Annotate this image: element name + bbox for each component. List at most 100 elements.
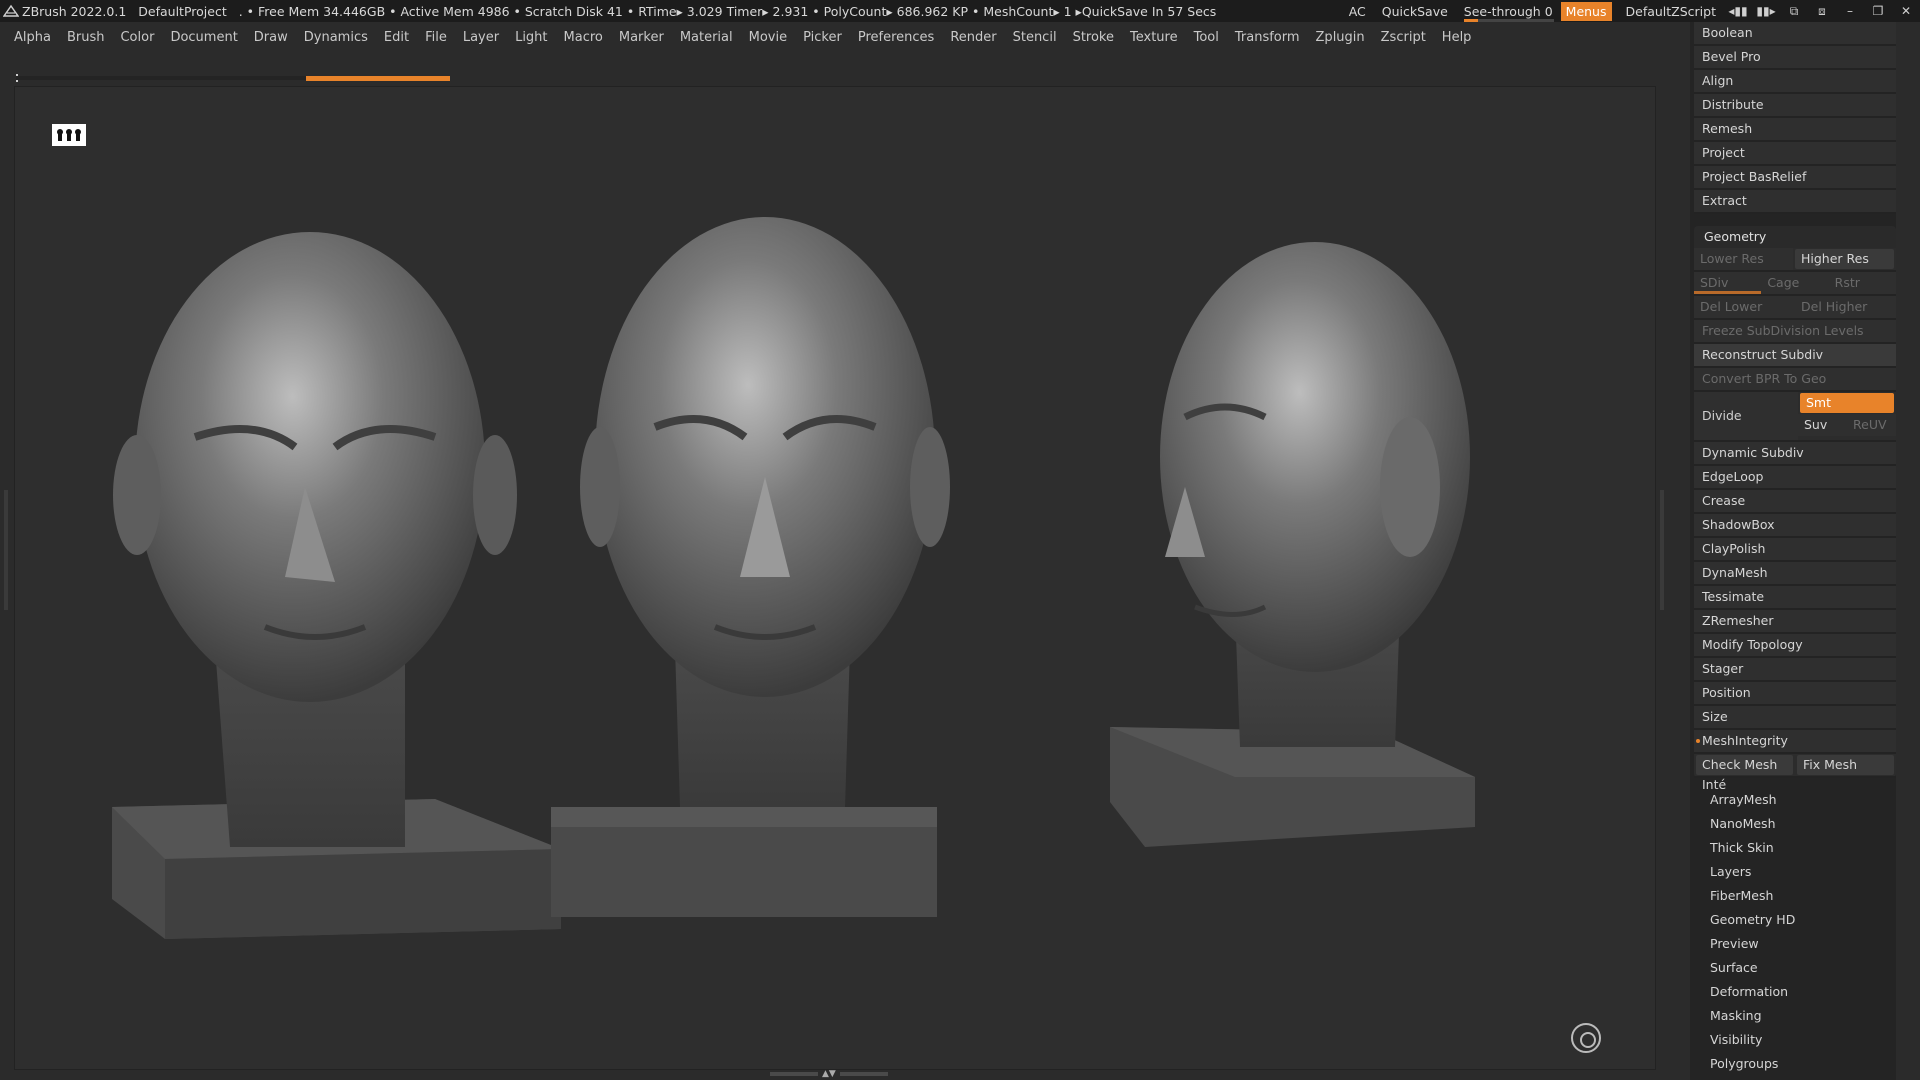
status-readout: . • Free Mem 34.446GB • Active Mem 4986 … xyxy=(238,3,1217,19)
del-lower-button[interactable]: Del Lower xyxy=(1694,296,1795,318)
rstr-button[interactable]: Rstr xyxy=(1828,272,1896,294)
freeze-subdivision-button[interactable]: Freeze SubDivision Levels xyxy=(1694,320,1896,344)
menu-color[interactable]: Color xyxy=(120,30,154,45)
menu-zscript[interactable]: Zscript xyxy=(1381,30,1426,45)
edgeloop-button[interactable]: EdgeLoop xyxy=(1694,466,1896,490)
suv-toggle[interactable]: Suv xyxy=(1798,414,1847,436)
claypolish-button[interactable]: ClayPolish xyxy=(1694,538,1896,562)
menu-tool[interactable]: Tool xyxy=(1194,30,1219,45)
higher-res-button[interactable]: Higher Res xyxy=(1795,249,1894,269)
distribute-button[interactable]: Distribute xyxy=(1694,94,1896,118)
menu-brush[interactable]: Brush xyxy=(67,30,105,45)
geometry-subpalettes: ArrayMesh NanoMesh Thick Skin Layers Fib… xyxy=(1694,788,1896,1076)
check-mesh-integrity-button[interactable]: Check Mesh Inté xyxy=(1696,755,1793,792)
crease-button[interactable]: Crease xyxy=(1694,490,1896,514)
right-tray-handle[interactable] xyxy=(1660,490,1664,610)
head-model-left[interactable] xyxy=(112,232,561,939)
menu-transform[interactable]: Transform xyxy=(1235,30,1300,45)
menu-movie[interactable]: Movie xyxy=(749,30,787,45)
position-button[interactable]: Position xyxy=(1694,682,1896,706)
dynamesh-button[interactable]: DynaMesh xyxy=(1694,562,1896,586)
menu-light[interactable]: Light xyxy=(515,30,547,45)
visibility-menu[interactable]: Visibility xyxy=(1694,1028,1896,1052)
stager-button[interactable]: Stager xyxy=(1694,658,1896,682)
divide-button[interactable]: Divide xyxy=(1694,392,1798,440)
masking-menu[interactable]: Masking xyxy=(1694,1004,1896,1028)
mesh-integrity-button[interactable]: MeshIntegrity xyxy=(1694,730,1896,754)
menu-picker[interactable]: Picker xyxy=(803,30,842,45)
default-zscript-button[interactable]: DefaultZScript xyxy=(1626,4,1717,19)
project-name[interactable]: DefaultProject xyxy=(138,4,226,19)
extract-button[interactable]: Extract xyxy=(1694,190,1896,214)
del-higher-button[interactable]: Del Higher xyxy=(1795,296,1896,318)
remesh-button[interactable]: Remesh xyxy=(1694,118,1896,142)
zremesher-button[interactable]: ZRemesher xyxy=(1694,610,1896,634)
menu-material[interactable]: Material xyxy=(680,30,733,45)
navigation-target-icon[interactable] xyxy=(1571,1023,1601,1053)
minimize-icon[interactable]: – xyxy=(1839,0,1861,22)
quicksave-button[interactable]: QuickSave xyxy=(1382,4,1448,19)
head-model-center[interactable] xyxy=(551,217,950,917)
menu-marker[interactable]: Marker xyxy=(619,30,664,45)
preview-menu[interactable]: Preview xyxy=(1694,932,1896,956)
layout-swap-icon[interactable]: ⧉ xyxy=(1783,0,1805,22)
deformation-menu[interactable]: Deformation xyxy=(1694,980,1896,1004)
head-model-right[interactable] xyxy=(1110,242,1475,847)
geometry-hd-menu[interactable]: Geometry HD xyxy=(1694,908,1896,932)
tessimate-button[interactable]: Tessimate xyxy=(1694,586,1896,610)
menu-alpha[interactable]: Alpha xyxy=(14,30,51,45)
menu-texture[interactable]: Texture xyxy=(1130,30,1178,45)
shadowbox-button[interactable]: ShadowBox xyxy=(1694,514,1896,538)
menu-zplugin[interactable]: Zplugin xyxy=(1316,30,1365,45)
dynamic-subdiv-button[interactable]: Dynamic Subdiv xyxy=(1694,442,1896,466)
cage-button[interactable]: Cage xyxy=(1761,272,1829,294)
geometry-header[interactable]: Geometry xyxy=(1694,226,1896,248)
bottom-tray-handle[interactable]: ▲▼ xyxy=(770,1069,900,1079)
project-button[interactable]: Project xyxy=(1694,142,1896,166)
menu-macro[interactable]: Macro xyxy=(564,30,603,45)
menu-help[interactable]: Help xyxy=(1442,30,1472,45)
convert-bpr-button[interactable]: Convert BPR To Geo xyxy=(1694,368,1896,392)
align-button[interactable]: Align xyxy=(1694,70,1896,94)
menu-render[interactable]: Render xyxy=(950,30,996,45)
arraymesh-menu[interactable]: ArrayMesh xyxy=(1694,788,1896,812)
surface-menu[interactable]: Surface xyxy=(1694,956,1896,980)
restore-icon[interactable]: ❐ xyxy=(1867,0,1889,22)
menu-edit[interactable]: Edit xyxy=(384,30,409,45)
smt-toggle[interactable]: Smt xyxy=(1800,393,1894,413)
menu-stencil[interactable]: Stencil xyxy=(1013,30,1057,45)
close-icon[interactable]: ✕ xyxy=(1895,0,1917,22)
modify-topology-button[interactable]: Modify Topology xyxy=(1694,634,1896,658)
palette-right-icon[interactable]: ▮▮▸ xyxy=(1755,0,1777,22)
layout-alt-icon[interactable]: ⧈ xyxy=(1811,0,1833,22)
menu-stroke[interactable]: Stroke xyxy=(1073,30,1114,45)
polygroups-menu[interactable]: Polygroups xyxy=(1694,1052,1896,1076)
menu-dynamics[interactable]: Dynamics xyxy=(304,30,368,45)
nanomesh-menu[interactable]: NanoMesh xyxy=(1694,812,1896,836)
floor-grid-icon[interactable] xyxy=(52,124,86,146)
reconstruct-subdiv-button[interactable]: Reconstruct Subdiv xyxy=(1694,344,1896,368)
boolean-button[interactable]: Boolean xyxy=(1694,22,1896,46)
size-button[interactable]: Size xyxy=(1694,706,1896,730)
fix-mesh-button[interactable]: Fix Mesh xyxy=(1797,755,1894,775)
canvas-viewport[interactable] xyxy=(14,86,1656,1070)
sdiv-slider[interactable]: SDiv xyxy=(1694,272,1762,294)
reuv-toggle[interactable]: ReUV xyxy=(1847,414,1896,436)
zbrush-logo-icon[interactable] xyxy=(0,0,22,22)
see-through-slider[interactable]: See-through 0 xyxy=(1463,4,1554,22)
bevel-pro-button[interactable]: Bevel Pro xyxy=(1694,46,1896,70)
menu-document[interactable]: Document xyxy=(170,30,237,45)
ac-toggle[interactable]: AC xyxy=(1349,4,1366,19)
fibermesh-menu[interactable]: FiberMesh xyxy=(1694,884,1896,908)
menu-preferences[interactable]: Preferences xyxy=(858,30,934,45)
project-basrelief-button[interactable]: Project BasRelief xyxy=(1694,166,1896,190)
lower-res-button[interactable]: Lower Res xyxy=(1694,248,1793,270)
left-tray-handle[interactable] xyxy=(4,490,8,610)
layers-menu[interactable]: Layers xyxy=(1694,860,1896,884)
menu-file[interactable]: File xyxy=(425,30,447,45)
thick-skin-menu[interactable]: Thick Skin xyxy=(1694,836,1896,860)
palette-left-icon[interactable]: ◂▮▮ xyxy=(1727,0,1749,22)
menus-toggle-button[interactable]: Menus xyxy=(1560,1,1612,21)
menu-layer[interactable]: Layer xyxy=(463,30,499,45)
menu-draw[interactable]: Draw xyxy=(254,30,288,45)
